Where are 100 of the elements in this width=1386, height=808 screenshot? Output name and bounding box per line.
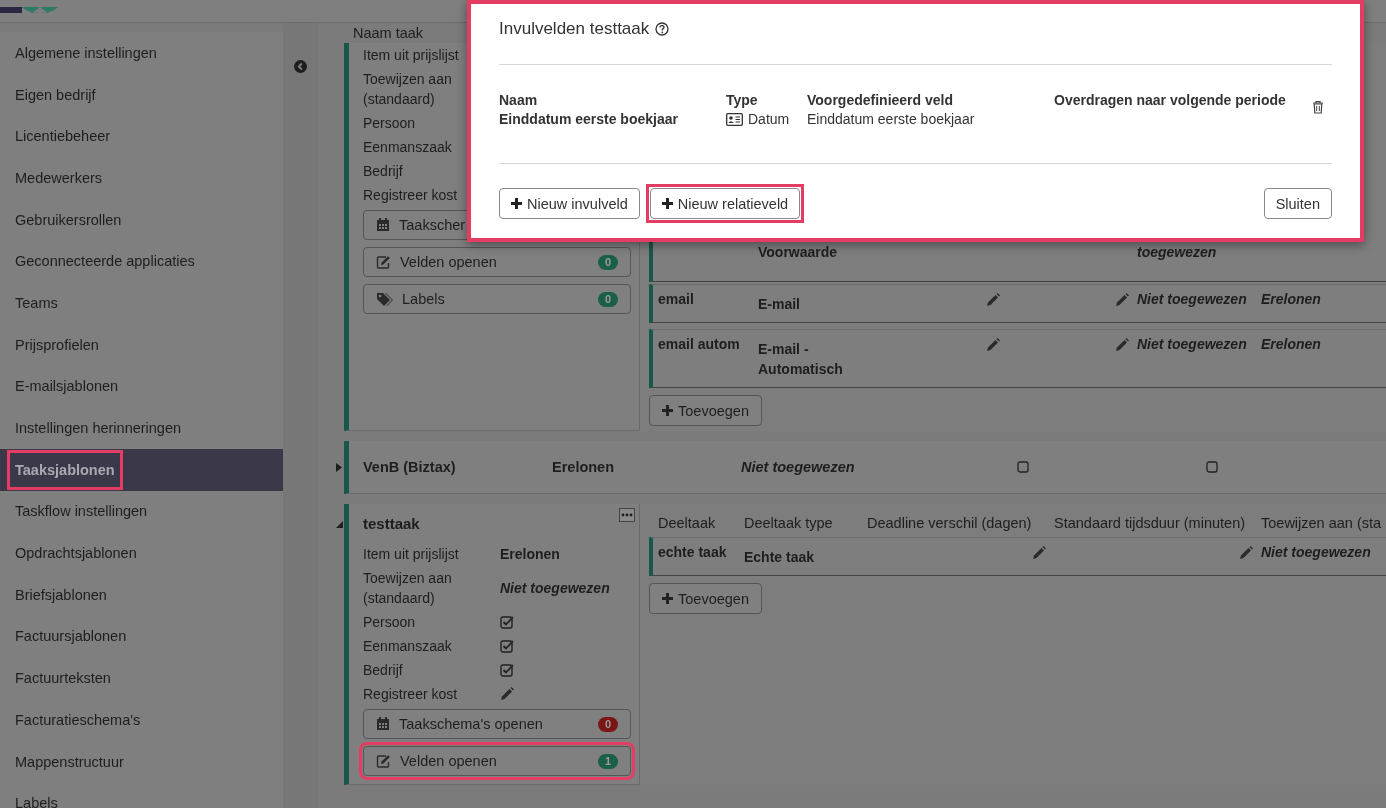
sidebar-item[interactable]: Factuurteksten [0,657,283,699]
edit-icon [376,255,391,269]
subtask-row[interactable]: echte taak Echte taak Niet toegewezen [649,537,1386,576]
subtask-type: E-mail [758,295,801,314]
column-header: Standaard tijdsduur (minuten) [1054,514,1246,533]
sidebar-item[interactable]: Facturatieschema's [0,699,283,741]
pencil-icon[interactable] [1239,546,1253,560]
pencil-icon[interactable] [986,293,1000,307]
subtask-type: E-mail - Automatisch [758,340,844,379]
plus-icon [662,405,673,416]
subtask-type: Echte taak [744,548,816,567]
field-value: Erelonen [500,545,561,564]
caret-right-icon[interactable] [336,463,342,472]
table-cell: Einddatum eerste boekjaar [499,110,678,129]
trash-icon[interactable] [1312,100,1324,114]
plus-icon [511,198,522,209]
sidebar-item[interactable]: E-mailsjablonen [0,365,283,408]
add-field-button[interactable]: Nieuw invulveld [499,188,640,219]
sidebar-item[interactable]: Taskflow instellingen [0,490,283,533]
task-name: VenB (Biztax) [363,459,457,475]
sidebar-item[interactable]: Factuursjablonen [0,615,283,658]
sidebar-item[interactable]: Opdrachtsjablonen [0,532,283,574]
sidebar-item[interactable]: Gebruikersrollen [0,198,283,241]
column-header: Naam [499,91,538,110]
field-label: Eenmanszaak [363,637,453,656]
subtask-type: Voorwaarde [758,243,839,262]
price-item: Erelonen [1261,290,1322,309]
field-label: Eenmanszaak [363,138,453,157]
subtask-row[interactable]: email E-mail Niet toegewezen Erelonen [649,284,1386,323]
price-item: Erelonen [1261,335,1322,354]
edit-icon [376,754,391,768]
column-header: Overdragen naar volgende periode [1054,91,1286,110]
price-item: Erelonen [552,459,616,475]
pencil-icon[interactable] [1115,293,1129,307]
sidebar-item[interactable]: Teams [0,282,283,324]
subtask-name: echte taak [658,543,728,562]
table-cell-text: Einddatum eerste boekjaar [807,110,976,129]
sidebar-item[interactable]: Eigen bedrijf [0,73,283,116]
assignee-text: Niet toegewezen [1261,543,1372,562]
subtask-row[interactable]: email autom E-mail - Automatisch Niet toegewezen Erelonen [649,329,1386,388]
column-header: Deeltaak type [744,514,833,533]
collapse-icon[interactable] [294,60,307,73]
pencil-icon[interactable] [1032,546,1046,560]
column-header: Type [726,91,758,110]
sidebar-item[interactable]: Medewerkers [0,157,283,199]
count-badge: 0 [598,254,618,270]
column-header: Deadline verschil (dagen) [867,514,1032,533]
more-button[interactable] [619,508,635,522]
sidebar-item[interactable]: Licentiebeheer [0,115,283,158]
add-button[interactable]: Toevoegen [649,395,762,426]
more-icon [621,513,633,517]
subtask-name: email [658,290,695,309]
assignee-text: Niet toegewezen [741,459,856,475]
field-label: Item uit prijslijst [363,545,460,564]
sidebar-item[interactable]: Instellingen herinneringen [0,407,283,449]
task-row[interactable]: VenB (Biztax) Erelonen Niet toegewezen [344,441,1386,494]
close-button[interactable]: Sluiten [1263,188,1332,219]
add-button[interactable]: Toevoegen [649,583,762,614]
field-label: Toewijzen aan (standaard) [363,569,453,608]
sidebar-item[interactable]: Prijsprofielen [0,323,283,366]
pencil-icon[interactable] [1115,338,1129,352]
field-label: Toewijzen aan (standaard) [363,70,453,109]
panel-button[interactable]: Labels 0 [363,284,631,314]
sidebar-item[interactable]: Mappenstructuur [0,740,283,783]
table-cell: Datum [748,110,790,129]
assignee-text: Niet toegewezen [1137,290,1248,309]
plus-icon [662,593,673,604]
sidebar-item[interactable]: Taaksjablonen [0,448,283,491]
panel-button[interactable]: Velden openen 0 [363,247,631,277]
column-header: Voorgedefinieerd veld [807,91,953,110]
count-badge: 0 [598,291,618,307]
id-card-icon [726,113,743,126]
sidebar-item[interactable]: Labels [0,782,283,808]
count-badge: 1 [598,753,618,769]
column-header: Toewijzen aan (sta [1261,514,1382,533]
sidebar-item[interactable]: Algemene instellingen [0,32,283,74]
sidebar-item[interactable]: Briefsjablonen [0,573,283,616]
sidebar-item[interactable]: Geconnecteerde applicaties [0,240,283,283]
plus-icon [661,198,673,209]
field-label: Item uit prijslijst [363,46,460,65]
field-value: Niet toegewezen [500,579,611,598]
count-badge: 0 [598,716,618,732]
column-header: Deeltaak [658,514,716,533]
help-icon[interactable] [655,22,670,36]
assignee-text: Niet toegewezen [1137,335,1248,354]
pencil-icon[interactable] [986,338,1000,352]
caret-down-icon[interactable] [336,521,343,528]
calendar-icon [376,717,390,731]
field-label: Bedrijf [363,162,404,181]
add-field-button[interactable]: Nieuw relatieveld [649,188,801,219]
field-label: Bedrijf [363,661,404,680]
assignee-text: toegewezen [1137,243,1218,262]
pencil-icon[interactable] [500,687,514,701]
column-header: Naam taak [353,25,424,41]
field-label: Persoon [363,613,417,632]
panel-button[interactable]: Taakschema's openen 0 [363,709,631,739]
subtask-name: email autom [658,335,741,354]
calendar-icon [376,218,390,232]
tags-icon [376,292,393,306]
dialog-title: Invulvelden testtaak [499,18,650,40]
